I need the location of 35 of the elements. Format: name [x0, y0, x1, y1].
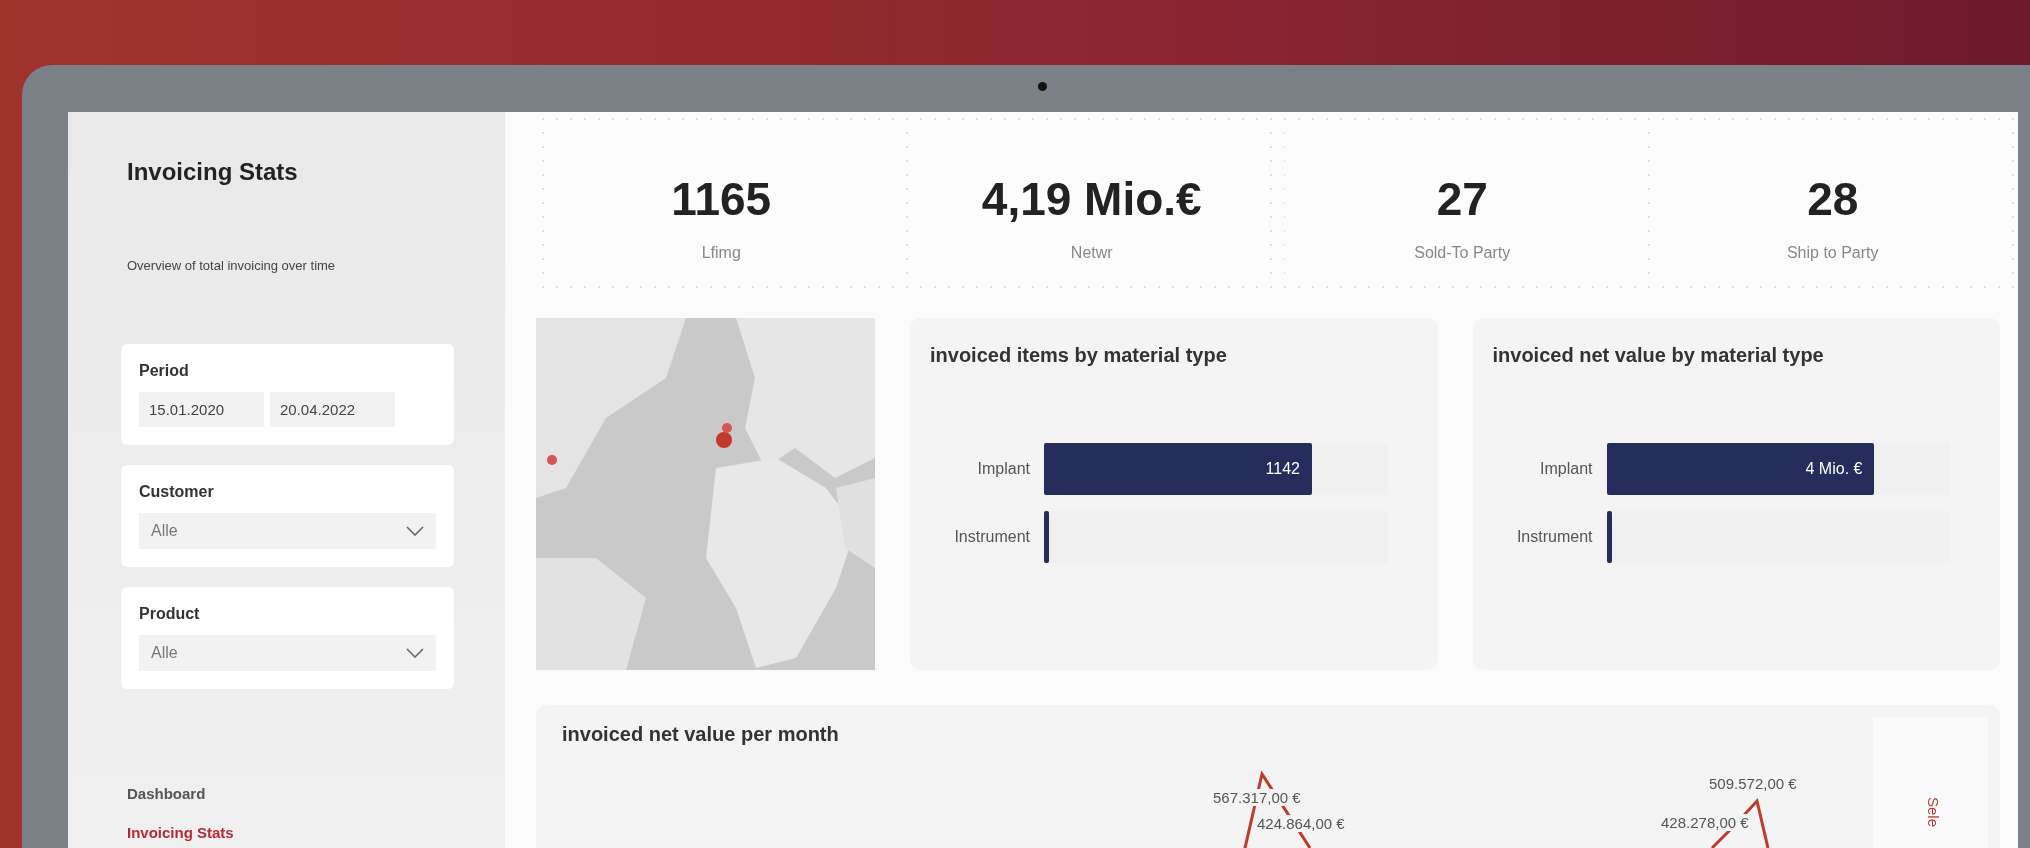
dropdown[interactable]: Alle [139, 635, 436, 671]
kpi-value: 1165 [671, 172, 772, 226]
chevron-down-icon [406, 526, 424, 536]
date-field[interactable]: 15.01.2020 [139, 392, 264, 427]
filter-label: Product [139, 605, 201, 623]
report-subtitle: Overview of total invoicing over time [127, 258, 337, 273]
chart-title: invoiced net value per month [562, 723, 839, 745]
kpi-value: 27 [1436, 172, 1488, 226]
side-label: Sele [1925, 797, 1942, 828]
filter-label: Customer [139, 483, 215, 501]
kpi-label: Sold-To Party [1414, 244, 1511, 262]
nav-link[interactable]: Dashboard [127, 785, 505, 802]
data-label: 424.864,00 € [1257, 815, 1345, 832]
chevron-down-icon [406, 648, 424, 658]
filter-label: Period [139, 362, 190, 380]
date-field[interactable]: 20.04.2022 [270, 392, 395, 427]
report-title: Invoicing Stats [127, 158, 299, 186]
kpi-value: 28 [1807, 172, 1859, 226]
kpi-label: Lfimg [701, 244, 741, 262]
bar-value: 1142 [1265, 459, 1300, 479]
kpi-value: 4,19 Mio.€ [981, 172, 1202, 226]
bar-label: Instrument [953, 528, 1030, 546]
bar-label: Instrument [1515, 528, 1593, 546]
dropdown[interactable]: Alle [139, 513, 436, 549]
bar-label: Implant [1539, 460, 1593, 478]
chart-title: invoiced items by material type [930, 344, 1227, 366]
kpi-label: Ship to Party [1786, 244, 1879, 262]
bar-value: 4 Mio. € [1805, 459, 1863, 479]
data-label: 567.317,00 € [1213, 789, 1301, 806]
camera-icon [1038, 82, 1047, 91]
chart-title: invoiced net value by material type [1492, 344, 1824, 366]
nav-link[interactable]: Invoicing Stats [127, 824, 505, 841]
bar-label: Implant [976, 460, 1030, 478]
data-label: 428.278,00 € [1661, 814, 1749, 831]
kpi-label: Netwr [1070, 244, 1113, 262]
